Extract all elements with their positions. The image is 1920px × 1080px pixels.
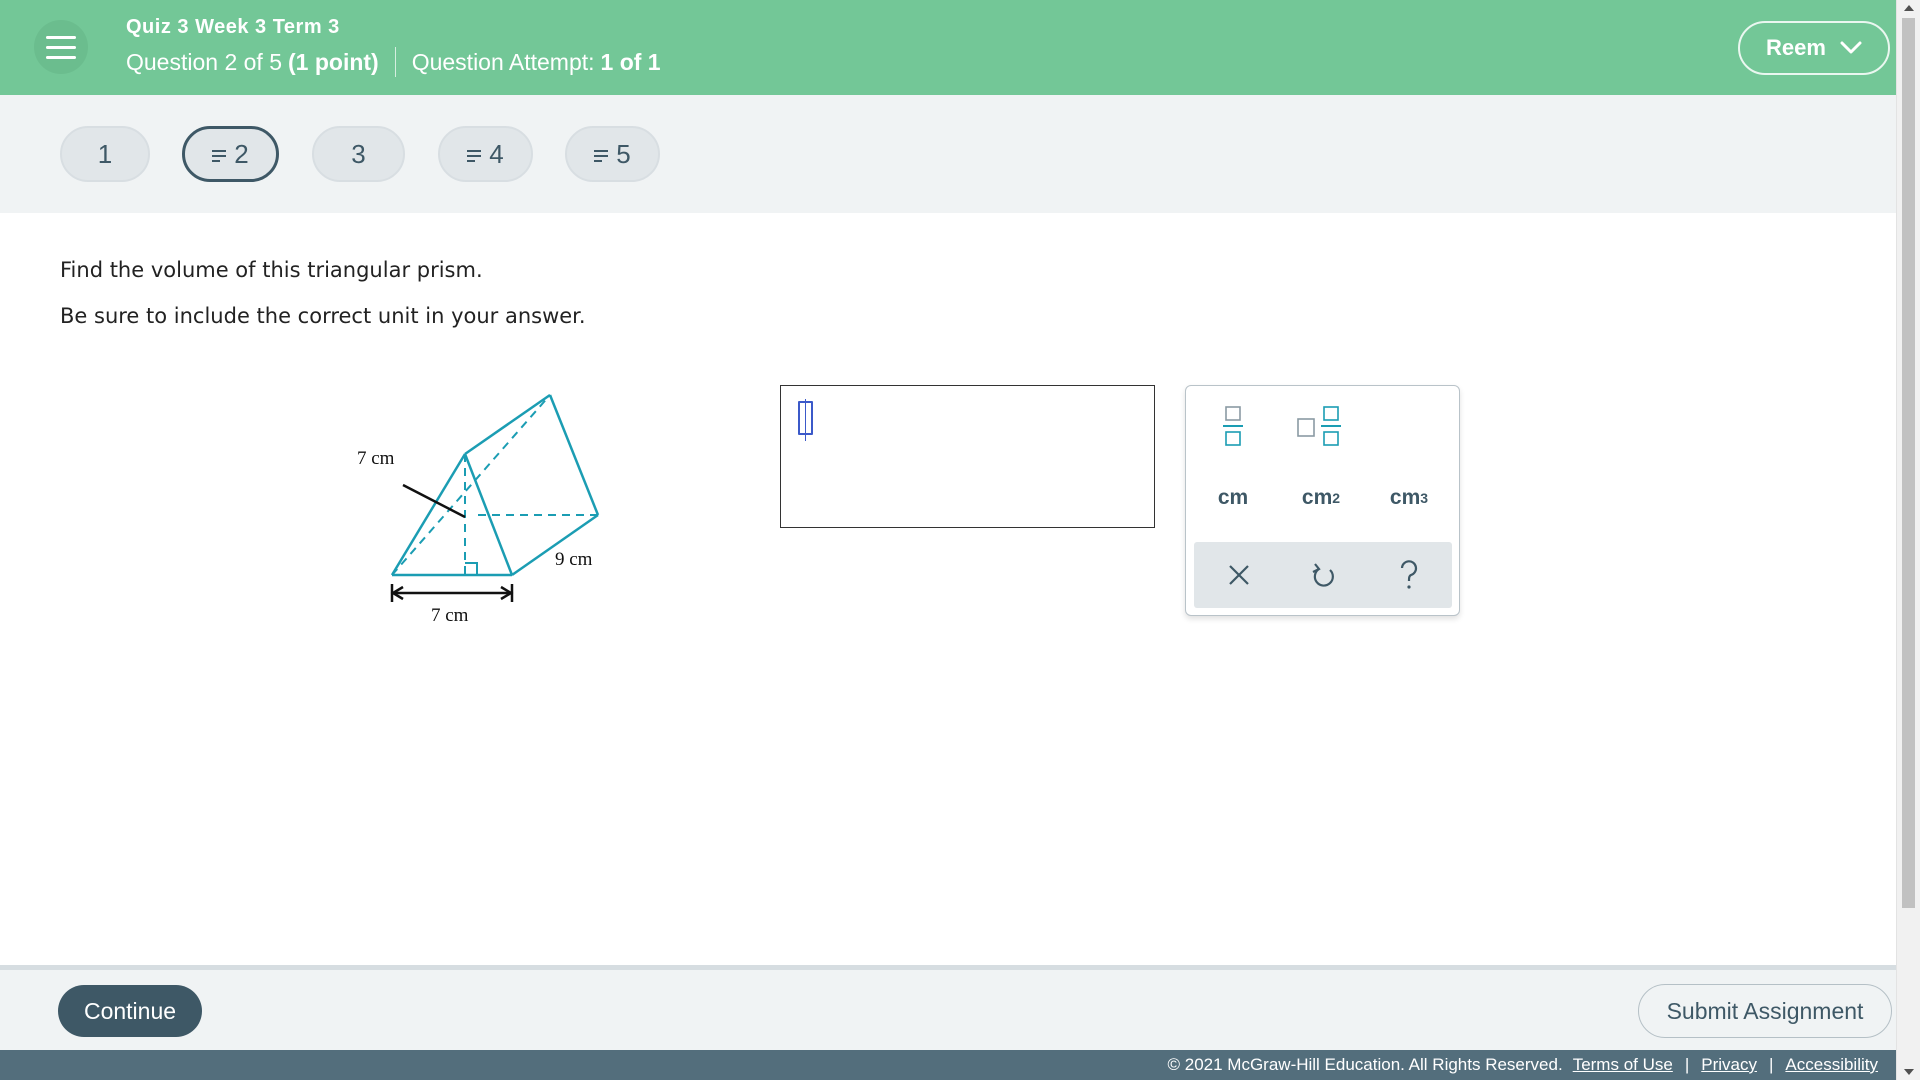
unit-cm-button[interactable]: cm (1204, 478, 1262, 518)
answer-input[interactable] (780, 385, 1155, 528)
help-button[interactable] (1384, 552, 1434, 598)
menu-button[interactable] (34, 20, 88, 74)
scroll-up-icon[interactable] (1904, 5, 1914, 11)
scroll-down-icon[interactable] (1904, 1069, 1914, 1075)
attempt-value: 1 of 1 (600, 48, 661, 75)
user-name: Reem (1766, 35, 1826, 60)
header-bar: Quiz 3 Week 3 Term 3 Question 2 of 5 (1 … (0, 0, 1896, 95)
unit-cm2-button[interactable]: cm 2 (1290, 478, 1352, 518)
chevron-down-icon (1840, 41, 1862, 54)
footer-bar (0, 965, 1896, 1050)
continue-button[interactable]: Continue (58, 985, 202, 1037)
question-pill-5[interactable]: 5 (565, 126, 660, 182)
copyright-text: © 2021 McGraw-Hill Education. All Rights… (1167, 1055, 1563, 1074)
question-text-line2: Be sure to include the correct unit in y… (60, 304, 586, 328)
answered-icon (467, 150, 482, 162)
page-scrollbar[interactable] (1896, 0, 1920, 1080)
math-palette: cm cm 2 cm 3 (1185, 385, 1460, 616)
clear-button[interactable] (1214, 552, 1264, 598)
question-pill-1[interactable]: 1 (60, 126, 150, 182)
question-nav: 1 2 3 4 5 (0, 95, 1896, 213)
mixed-number-icon (1297, 406, 1341, 446)
question-progress: Question 2 of 5 (126, 48, 282, 75)
length-label: 9 cm (555, 549, 593, 570)
height-label: 7 cm (357, 448, 395, 469)
fraction-button[interactable] (1208, 402, 1258, 450)
help-icon (1400, 560, 1418, 589)
privacy-link[interactable]: Privacy (1701, 1055, 1757, 1075)
palette-toolbar (1194, 542, 1452, 608)
clear-icon (1229, 565, 1249, 585)
attempt-label: Question Attempt: (411, 48, 595, 75)
answered-icon (212, 150, 227, 162)
question-pill-2[interactable]: 2 (182, 126, 279, 182)
quiz-title: Quiz 3 Week 3 Term 3 (126, 16, 340, 38)
submit-assignment-button[interactable]: Submit Assignment (1638, 984, 1892, 1038)
question-points: (1 point) (288, 48, 379, 75)
divider (394, 47, 396, 77)
question-info: Question 2 of 5 (1 point) Question Attem… (126, 47, 661, 77)
terms-link[interactable]: Terms of Use (1573, 1055, 1673, 1075)
unit-cm3-button[interactable]: cm 3 (1378, 478, 1440, 518)
hamburger-icon (46, 35, 76, 39)
user-menu-button[interactable]: Reem (1738, 21, 1890, 75)
scroll-thumb[interactable] (1902, 18, 1915, 908)
undo-icon (1312, 563, 1334, 587)
mixed-number-button[interactable] (1290, 402, 1350, 450)
accessibility-link[interactable]: Accessibility (1785, 1055, 1878, 1075)
text-cursor (798, 399, 813, 441)
question-pill-4[interactable]: 4 (438, 126, 533, 182)
question-text-line1: Find the volume of this triangular prism… (60, 258, 483, 282)
undo-button[interactable] (1299, 552, 1349, 598)
fraction-icon (1223, 406, 1243, 446)
question-pill-3[interactable]: 3 (312, 126, 405, 182)
prism-figure: 7 cm 7 cm 9 cm (357, 393, 600, 625)
base-label: 7 cm (431, 605, 469, 625)
copyright-bar: © 2021 McGraw-Hill Education. All Rights… (0, 1050, 1896, 1080)
answered-icon (594, 150, 609, 162)
